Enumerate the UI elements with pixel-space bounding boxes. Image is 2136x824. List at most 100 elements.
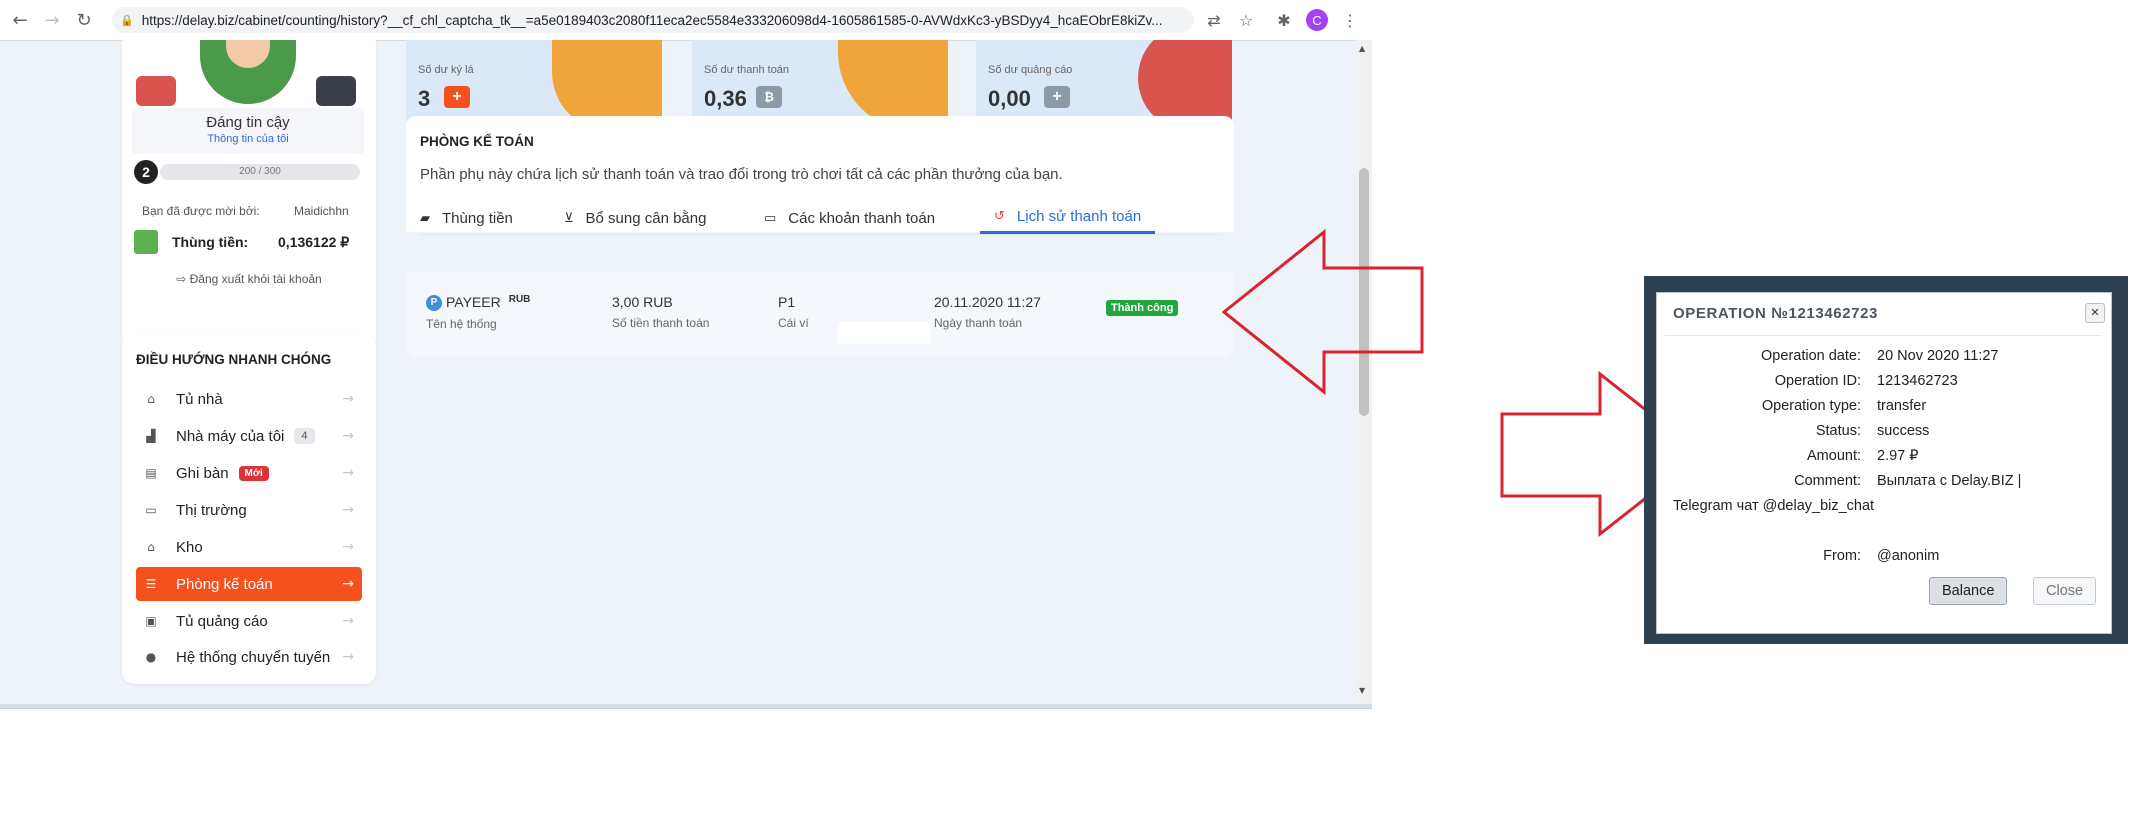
banknote-icon: ▭	[764, 210, 777, 226]
comment-line-2-row: Telegram чат @delay_biz_chat	[1673, 498, 1874, 514]
stat-value: 0,00	[988, 86, 1031, 111]
system-label: Tên hệ thống	[426, 317, 497, 332]
annotation-arrow-left-icon	[1222, 228, 1424, 396]
tab-label: Bổ sung cân bằng	[585, 209, 707, 227]
row-key: Operation date:	[1761, 348, 1861, 364]
nav-item-ads[interactable]: ▣ Tủ quảng cáo →	[136, 604, 362, 638]
back-icon[interactable]: ←	[8, 8, 32, 32]
invited-by-value: Maidichhn	[294, 204, 349, 218]
nav-item-home[interactable]: ⌂ Tủ nhà →	[136, 382, 362, 416]
payeer-logo-icon: P	[426, 295, 442, 312]
row-key: From:	[1823, 548, 1861, 564]
comment-line-2: Telegram чат @delay_biz_chat	[1673, 498, 1875, 514]
arrow-right-icon: →	[342, 428, 354, 444]
profile-card: Đáng tin cậy Thông tin của tôi 2 200 / 3…	[122, 40, 376, 350]
forward-icon[interactable]: →	[40, 8, 64, 32]
accounting-panel: PHÒNG KẾ TOÁN Phần phụ này chứa lịch sử …	[406, 116, 1234, 235]
exchange-button[interactable]: ₿	[756, 86, 782, 108]
row-key: Status:	[1815, 423, 1861, 439]
translate-icon[interactable]: ⇄	[1202, 8, 1226, 32]
tab-label: Lịch sử thanh toán	[1016, 208, 1142, 225]
factory-count-badge: 4	[294, 428, 315, 444]
referral-icon: ●	[145, 650, 157, 664]
balance-button[interactable]: Balance	[1929, 577, 2008, 605]
modal-footer: Balance Close	[1657, 563, 2111, 633]
nav-item-market[interactable]: ▭ Thị trường →	[136, 493, 362, 527]
nav-item-referral[interactable]: ● Hệ thống chuyển tuyến →	[136, 640, 362, 674]
quick-nav-title: ĐIỀU HƯỚNG NHANH CHÓNG	[136, 352, 332, 367]
reload-icon[interactable]: ↻	[72, 8, 96, 32]
add-button[interactable]: +	[444, 86, 470, 108]
nav-item-factory[interactable]: ▟ Nhà máy của tôi 4 →	[136, 419, 362, 453]
amount-label: Số tiền thanh toán	[612, 316, 710, 330]
nav-item-accounting[interactable]: ☰ Phòng kế toán →	[136, 567, 362, 601]
safe-label: Thùng tiền:	[172, 234, 249, 250]
ads-icon: ▣	[145, 614, 157, 628]
arrow-right-icon: →	[342, 465, 354, 481]
tab-safe[interactable]: ▰ Thùng tiền	[420, 202, 513, 234]
tab-payment-history[interactable]: ↺ Lịch sử thanh toán	[980, 202, 1156, 234]
row-key: Amount:	[1807, 448, 1861, 464]
arrow-right-icon: →	[342, 391, 354, 407]
row-key: Operation ID:	[1774, 373, 1861, 389]
trust-title: Đáng tin cậy	[206, 114, 290, 131]
bookmark-star-icon[interactable]: ☆	[1234, 8, 1258, 32]
row-value: 20 Nov 2020 11:27	[1877, 348, 1999, 364]
row-value: 2.97 ₽	[1877, 448, 1919, 464]
settings-gear-icon[interactable]	[316, 76, 356, 106]
profile-avatar[interactable]: C	[1306, 9, 1328, 31]
wallet-value: P1	[778, 294, 796, 310]
currency-tag: RUB	[508, 294, 531, 305]
tab-payouts[interactable]: ▭ Các khoản thanh toán	[764, 202, 935, 234]
warehouse-icon: ⌂	[147, 540, 155, 554]
my-info-link[interactable]: Thông tin của tôi	[132, 133, 364, 145]
url-text[interactable]: https://delay.biz/cabinet/counting/histo…	[142, 13, 1194, 28]
wallet-icon: ▰	[420, 210, 430, 226]
operation-modal: OPERATION №1213462723 ✕ Operation date: 2…	[1656, 292, 2112, 634]
comment-line-1: Выплата с Delay.BIZ |	[1877, 473, 2022, 489]
nav-item-label: Tủ quảng cáo	[176, 612, 268, 630]
factory-icon: ▟	[146, 429, 156, 443]
address-bar[interactable]: 🔒 https://delay.biz/cabinet/counting/his…	[112, 7, 1194, 33]
arrow-right-icon: →	[342, 576, 354, 592]
market-icon: ▭	[145, 503, 157, 517]
logout-link[interactable]: ⇨ Đăng xuất khỏi tài khoản	[122, 272, 376, 286]
redaction-block	[838, 322, 930, 344]
level-badge: 2	[134, 160, 158, 184]
nav-item-score[interactable]: ▤ Ghi bàn Mới →	[136, 456, 362, 490]
row-value: transfer	[1877, 398, 1927, 414]
new-badge: Mới	[238, 465, 269, 481]
page-viewport: Đáng tin cậy Thông tin của tôi 2 200 / 3…	[0, 40, 1356, 704]
stat-label: Số dư quảng cáo	[988, 64, 1073, 76]
shop-icon[interactable]	[136, 76, 176, 106]
modal-title: OPERATION №1213462723	[1673, 305, 1878, 322]
add-button[interactable]: +	[1044, 86, 1070, 108]
stat-value: 3	[418, 86, 431, 111]
nav-item-label: Tủ nhà	[176, 390, 223, 408]
extensions-icon[interactable]: ✱	[1272, 8, 1296, 32]
logout-icon: ⇨	[176, 272, 190, 286]
date-cell: 20.11.2020 11:27 Ngày thanh toán	[934, 294, 1041, 330]
arrow-right-icon: →	[342, 539, 354, 555]
system-cell: P PAYEER RUB Tên hệ thống	[426, 294, 530, 331]
tab-top-up[interactable]: ⊻ Bổ sung cân bằng	[564, 202, 706, 234]
date-label: Ngày thanh toán	[934, 316, 1023, 330]
accounting-tabs: ▰ Thùng tiền ⊻ Bổ sung cân bằng ▭ Các khoản…	[420, 202, 1220, 235]
menu-kebab-icon[interactable]: ⋮	[1338, 8, 1362, 32]
row-key: Operation type:	[1761, 398, 1861, 414]
browser-toolbar: ← → ↻ 🔒 https://delay.biz/cabinet/counti…	[0, 0, 1372, 41]
scroll-up-icon[interactable]: ▲	[1359, 44, 1365, 53]
scroll-down-icon[interactable]: ▼	[1359, 686, 1365, 695]
nav-item-warehouse[interactable]: ⌂ Kho →	[136, 530, 362, 564]
money-safe-icon	[134, 230, 158, 254]
accounting-description: Phần phụ này chứa lịch sử thanh toán và …	[420, 166, 1063, 183]
date-value: 20.11.2020 11:27	[934, 294, 1041, 310]
wallet-label: Cái ví	[778, 316, 809, 330]
close-icon[interactable]: ✕	[2085, 303, 2105, 323]
operation-modal-backdrop: OPERATION №1213462723 ✕ Operation date: 2…	[1644, 276, 2128, 644]
taskbar-strip	[0, 704, 1372, 708]
trust-status: Đáng tin cậy Thông tin của tôi	[132, 108, 364, 154]
nav-item-label: Kho	[176, 538, 203, 556]
close-button[interactable]: Close	[2033, 577, 2097, 605]
home-icon: ⌂	[147, 392, 155, 406]
